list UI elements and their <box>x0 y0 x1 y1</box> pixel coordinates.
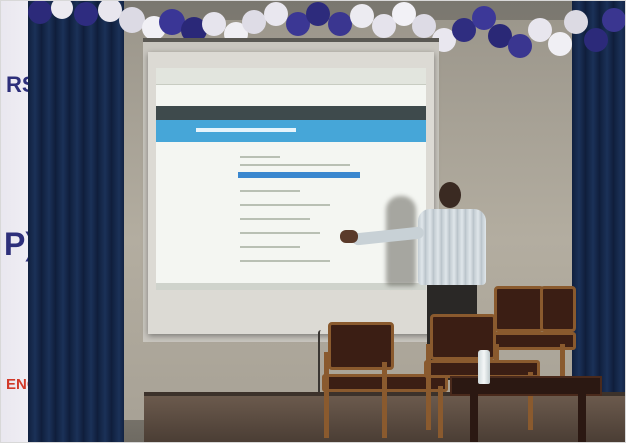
table-leg <box>578 392 586 442</box>
projected-text-line <box>240 218 310 220</box>
projected-text-line <box>240 164 350 166</box>
presenter-head <box>439 182 461 208</box>
projected-text-line <box>240 190 300 192</box>
projected-selected-row <box>238 172 360 178</box>
projected-nav-bar <box>156 106 426 120</box>
projected-text-line <box>240 232 320 234</box>
table-leg <box>470 392 478 442</box>
projected-browser-bar <box>156 68 426 85</box>
projected-taskbar <box>156 283 426 290</box>
projected-text-line <box>240 246 300 248</box>
presenter-shirt <box>418 209 486 285</box>
projected-text-line <box>240 260 330 262</box>
photo-scene: RS P) ENCE <box>0 0 626 443</box>
projected-heading-line <box>240 156 280 158</box>
water-bottle <box>478 350 490 384</box>
projected-text-line <box>240 204 330 206</box>
projected-hero-text <box>196 128 296 132</box>
presenter-hand <box>340 230 358 243</box>
